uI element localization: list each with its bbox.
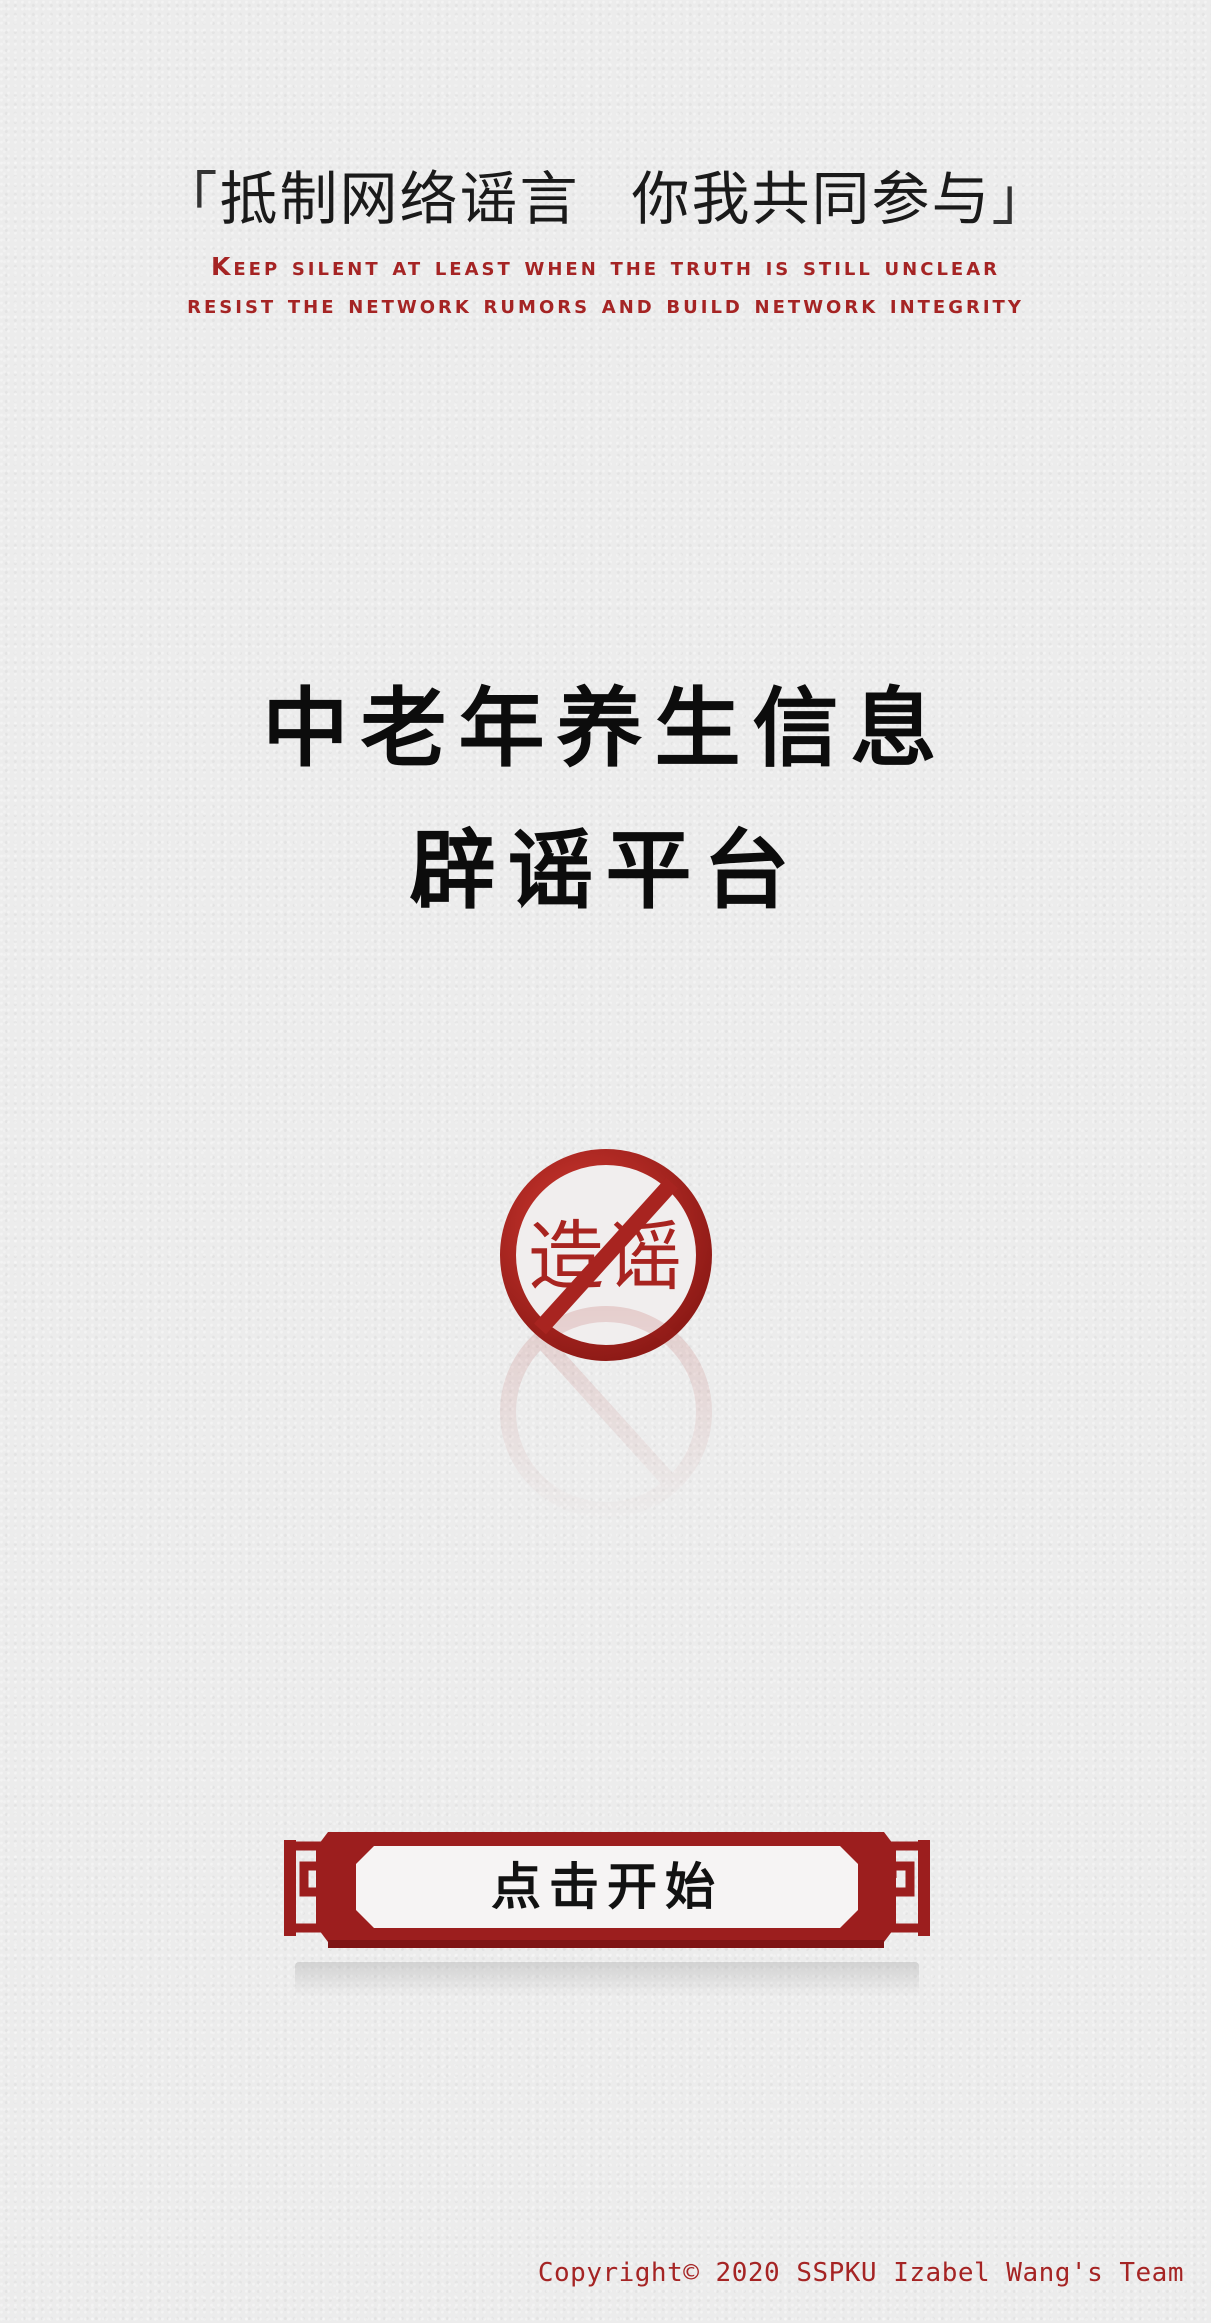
slogan-part-1: 抵制网络谣言 xyxy=(219,165,580,233)
english-slogan-line-1: Keep silent at least when the truth is s… xyxy=(210,252,1000,281)
slogan-close-bracket: 」 xyxy=(991,165,1052,233)
slogan-open-bracket: 「 xyxy=(159,165,220,233)
start-button-label: 点击开始 xyxy=(491,1858,723,1916)
page-title-line-1: 中老年养生信息 xyxy=(262,679,949,779)
start-button-shadow xyxy=(295,1962,919,1996)
slogan: 「抵制网络谣言 你我共同参与」 xyxy=(0,152,1211,236)
no-rumor-icon-reflection xyxy=(494,1300,718,1524)
slogan-part-2: 你我共同参与 xyxy=(631,165,992,233)
page-title-line-2: 辟谣平台 xyxy=(409,821,802,921)
english-slogan-line-2: resist the network rumors and build netw… xyxy=(187,290,1024,319)
start-button[interactable]: 点击开始 xyxy=(284,1812,930,1962)
copyright-text: Copyright© 2020 SSPKU Izabel Wang's Team xyxy=(537,2258,1184,2288)
emblem-char-left: 造 xyxy=(528,1212,604,1301)
